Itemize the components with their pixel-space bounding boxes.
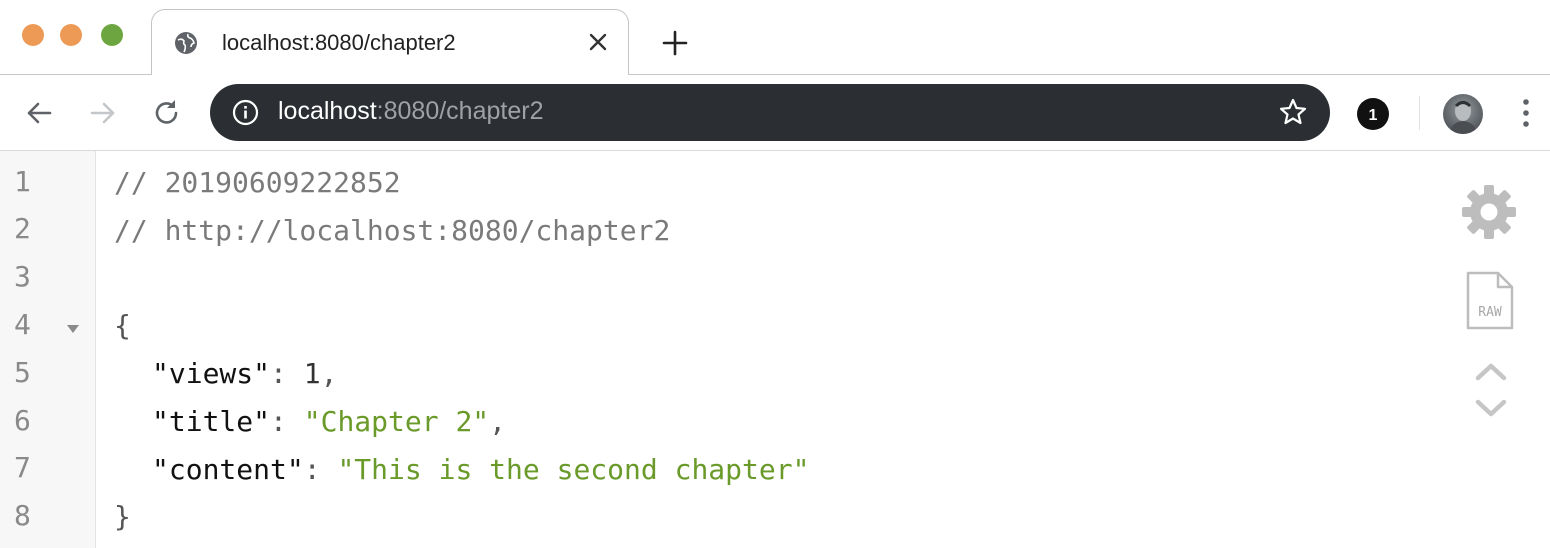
address-bar[interactable]: localhost:8080/chapter2 (210, 84, 1330, 141)
avatar-image (1449, 101, 1477, 134)
json-entry: "content": "This is the second chapter" (152, 453, 810, 486)
more-menu-icon[interactable] (1516, 96, 1536, 130)
tab-strip: localhost:8080/chapter2 (0, 0, 1550, 76)
close-tab-icon[interactable] (584, 28, 612, 56)
line-number: 7 (14, 451, 31, 484)
line-number: 5 (14, 356, 31, 389)
line-number: 8 (14, 499, 31, 532)
chevron-up-icon[interactable] (1474, 360, 1508, 382)
extension-badge: 1 (1369, 107, 1378, 124)
tab-title: localhost:8080/chapter2 (222, 30, 456, 55)
raw-file-icon[interactable]: RAW (1464, 270, 1516, 332)
json-value: "Chapter 2" (303, 405, 490, 438)
window-maximize-button[interactable] (101, 24, 123, 46)
window-minimize-button[interactable] (60, 24, 82, 46)
globe-icon (175, 32, 197, 54)
close-brace: } (114, 500, 131, 533)
line-number: 6 (14, 404, 31, 437)
fold-toggle-icon[interactable] (66, 324, 80, 334)
url-text[interactable]: localhost:8080/chapter2 (278, 97, 543, 126)
raw-label: RAW (1478, 305, 1502, 320)
json-key: "title" (152, 405, 271, 438)
extension-icon[interactable]: 1 (1356, 97, 1390, 131)
toolbar-divider (1419, 96, 1420, 130)
window-close-button[interactable] (22, 24, 44, 46)
reload-icon[interactable] (150, 96, 184, 130)
info-icon[interactable] (232, 99, 259, 126)
url-path: :8080/chapter2 (376, 97, 544, 125)
line-number: 3 (14, 260, 31, 293)
bookmark-star-icon[interactable] (1278, 97, 1308, 127)
line-number-gutter: 1 2 3 4 5 6 7 8 (0, 151, 96, 548)
back-arrow-icon[interactable] (22, 96, 56, 130)
line-number: 1 (14, 165, 31, 198)
json-key: "views" (152, 357, 271, 390)
profile-avatar[interactable] (1443, 94, 1483, 134)
new-tab-icon[interactable] (660, 28, 690, 58)
chevron-down-icon[interactable] (1474, 398, 1508, 420)
code-comment: // 20190609222852 (114, 166, 401, 199)
json-value: 1 (303, 357, 321, 390)
line-number: 2 (14, 212, 31, 245)
json-entry: "views": 1, (152, 357, 338, 390)
json-viewer: 1 2 3 4 5 6 7 8 // 20190609222852 // htt… (0, 151, 1550, 548)
url-host: localhost (278, 97, 377, 125)
forward-arrow-icon[interactable] (86, 96, 120, 130)
json-value: "This is the second chapter" (337, 453, 810, 486)
code-comment: // http://localhost:8080/chapter2 (114, 214, 671, 247)
tab-active[interactable]: localhost:8080/chapter2 (151, 9, 629, 75)
open-brace: { (114, 309, 131, 342)
line-number: 4 (14, 308, 31, 341)
gear-icon[interactable] (1460, 183, 1518, 241)
json-entry: "title": "Chapter 2", (152, 405, 507, 438)
json-key: "content" (152, 453, 304, 486)
